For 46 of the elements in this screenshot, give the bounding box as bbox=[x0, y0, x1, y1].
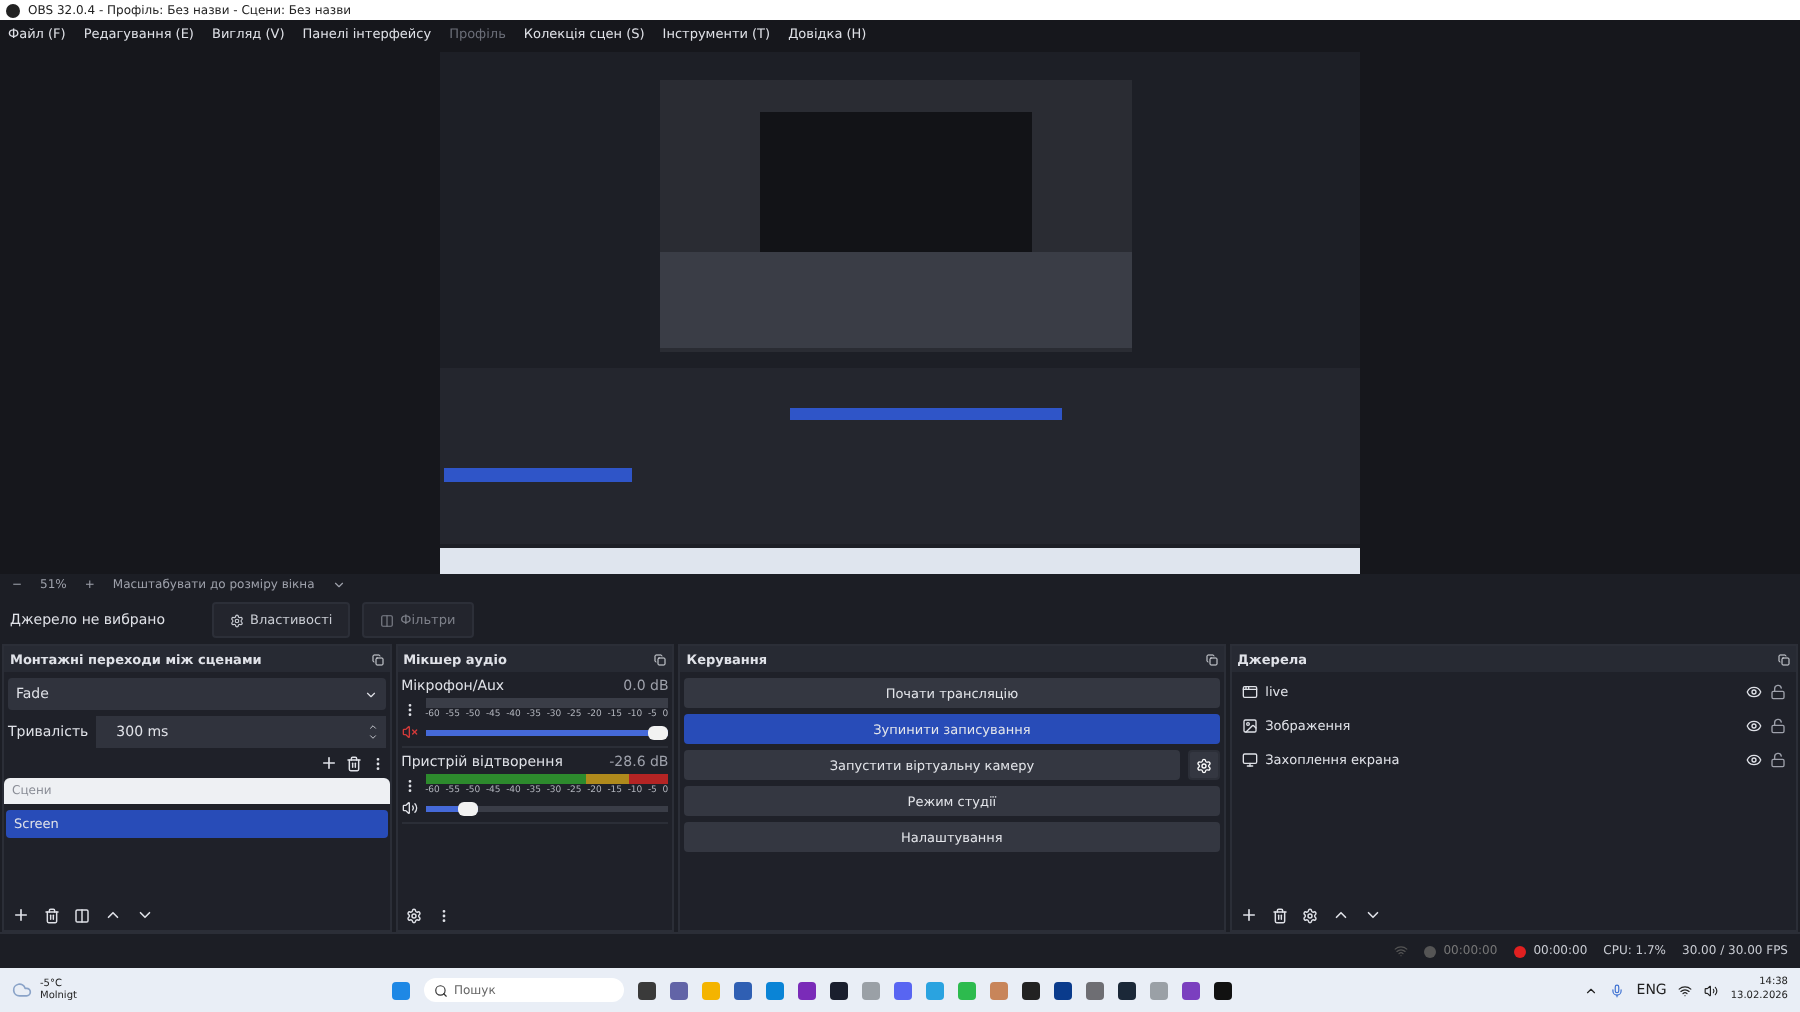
signal-icon bbox=[1393, 944, 1408, 958]
spin-up-icon bbox=[367, 722, 378, 732]
search-icon bbox=[434, 983, 448, 997]
filter-panel-icon[interactable] bbox=[74, 907, 90, 923]
record-dot-icon bbox=[1513, 945, 1526, 957]
caret-icon bbox=[332, 578, 347, 592]
trash-icon[interactable] bbox=[345, 755, 362, 771]
volume-slider-thumb[interactable] bbox=[458, 801, 479, 815]
trash-icon[interactable] bbox=[44, 907, 60, 923]
move-down-icon[interactable] bbox=[1363, 906, 1382, 924]
filter-panel-icon bbox=[380, 613, 395, 627]
move-up-icon[interactable] bbox=[104, 906, 122, 924]
eye-icon[interactable] bbox=[1746, 718, 1762, 734]
undock-icon bbox=[1205, 653, 1218, 665]
move-up-icon[interactable] bbox=[1331, 906, 1350, 924]
volume-slider-thumb[interactable] bbox=[648, 725, 669, 739]
cloud-icon bbox=[12, 980, 32, 1000]
unlock-icon[interactable] bbox=[1770, 752, 1786, 768]
caret-icon bbox=[363, 687, 378, 701]
undock-icon bbox=[654, 653, 667, 665]
undock-icon bbox=[1778, 653, 1790, 665]
gear-icon[interactable] bbox=[1301, 907, 1318, 923]
trash-icon[interactable] bbox=[1271, 907, 1288, 923]
settings-button[interactable] bbox=[1187, 750, 1220, 780]
add-icon[interactable] bbox=[319, 754, 338, 772]
eye-icon[interactable] bbox=[1746, 752, 1762, 768]
monitor-icon bbox=[1241, 752, 1258, 768]
unlock-icon[interactable] bbox=[1770, 718, 1786, 734]
gear-icon bbox=[1195, 757, 1212, 773]
move-down-icon[interactable] bbox=[136, 906, 154, 924]
gear-icon[interactable] bbox=[405, 907, 422, 923]
gear-icon bbox=[230, 613, 244, 627]
wifi-icon bbox=[1678, 983, 1693, 997]
add-icon[interactable] bbox=[1239, 906, 1258, 924]
stream-dot-icon bbox=[1423, 945, 1436, 957]
eye-icon[interactable] bbox=[1746, 684, 1762, 700]
speaker-icon bbox=[1704, 983, 1719, 997]
microphone-icon bbox=[1610, 983, 1625, 997]
chevron-up-icon bbox=[1584, 983, 1599, 997]
start-icon[interactable] bbox=[392, 981, 410, 999]
unlock-icon[interactable] bbox=[1770, 684, 1786, 700]
add-icon[interactable] bbox=[12, 906, 30, 924]
image-icon bbox=[1241, 718, 1258, 734]
window-icon bbox=[1241, 684, 1258, 700]
undock-icon bbox=[371, 653, 384, 665]
spin-down-icon bbox=[367, 732, 378, 742]
